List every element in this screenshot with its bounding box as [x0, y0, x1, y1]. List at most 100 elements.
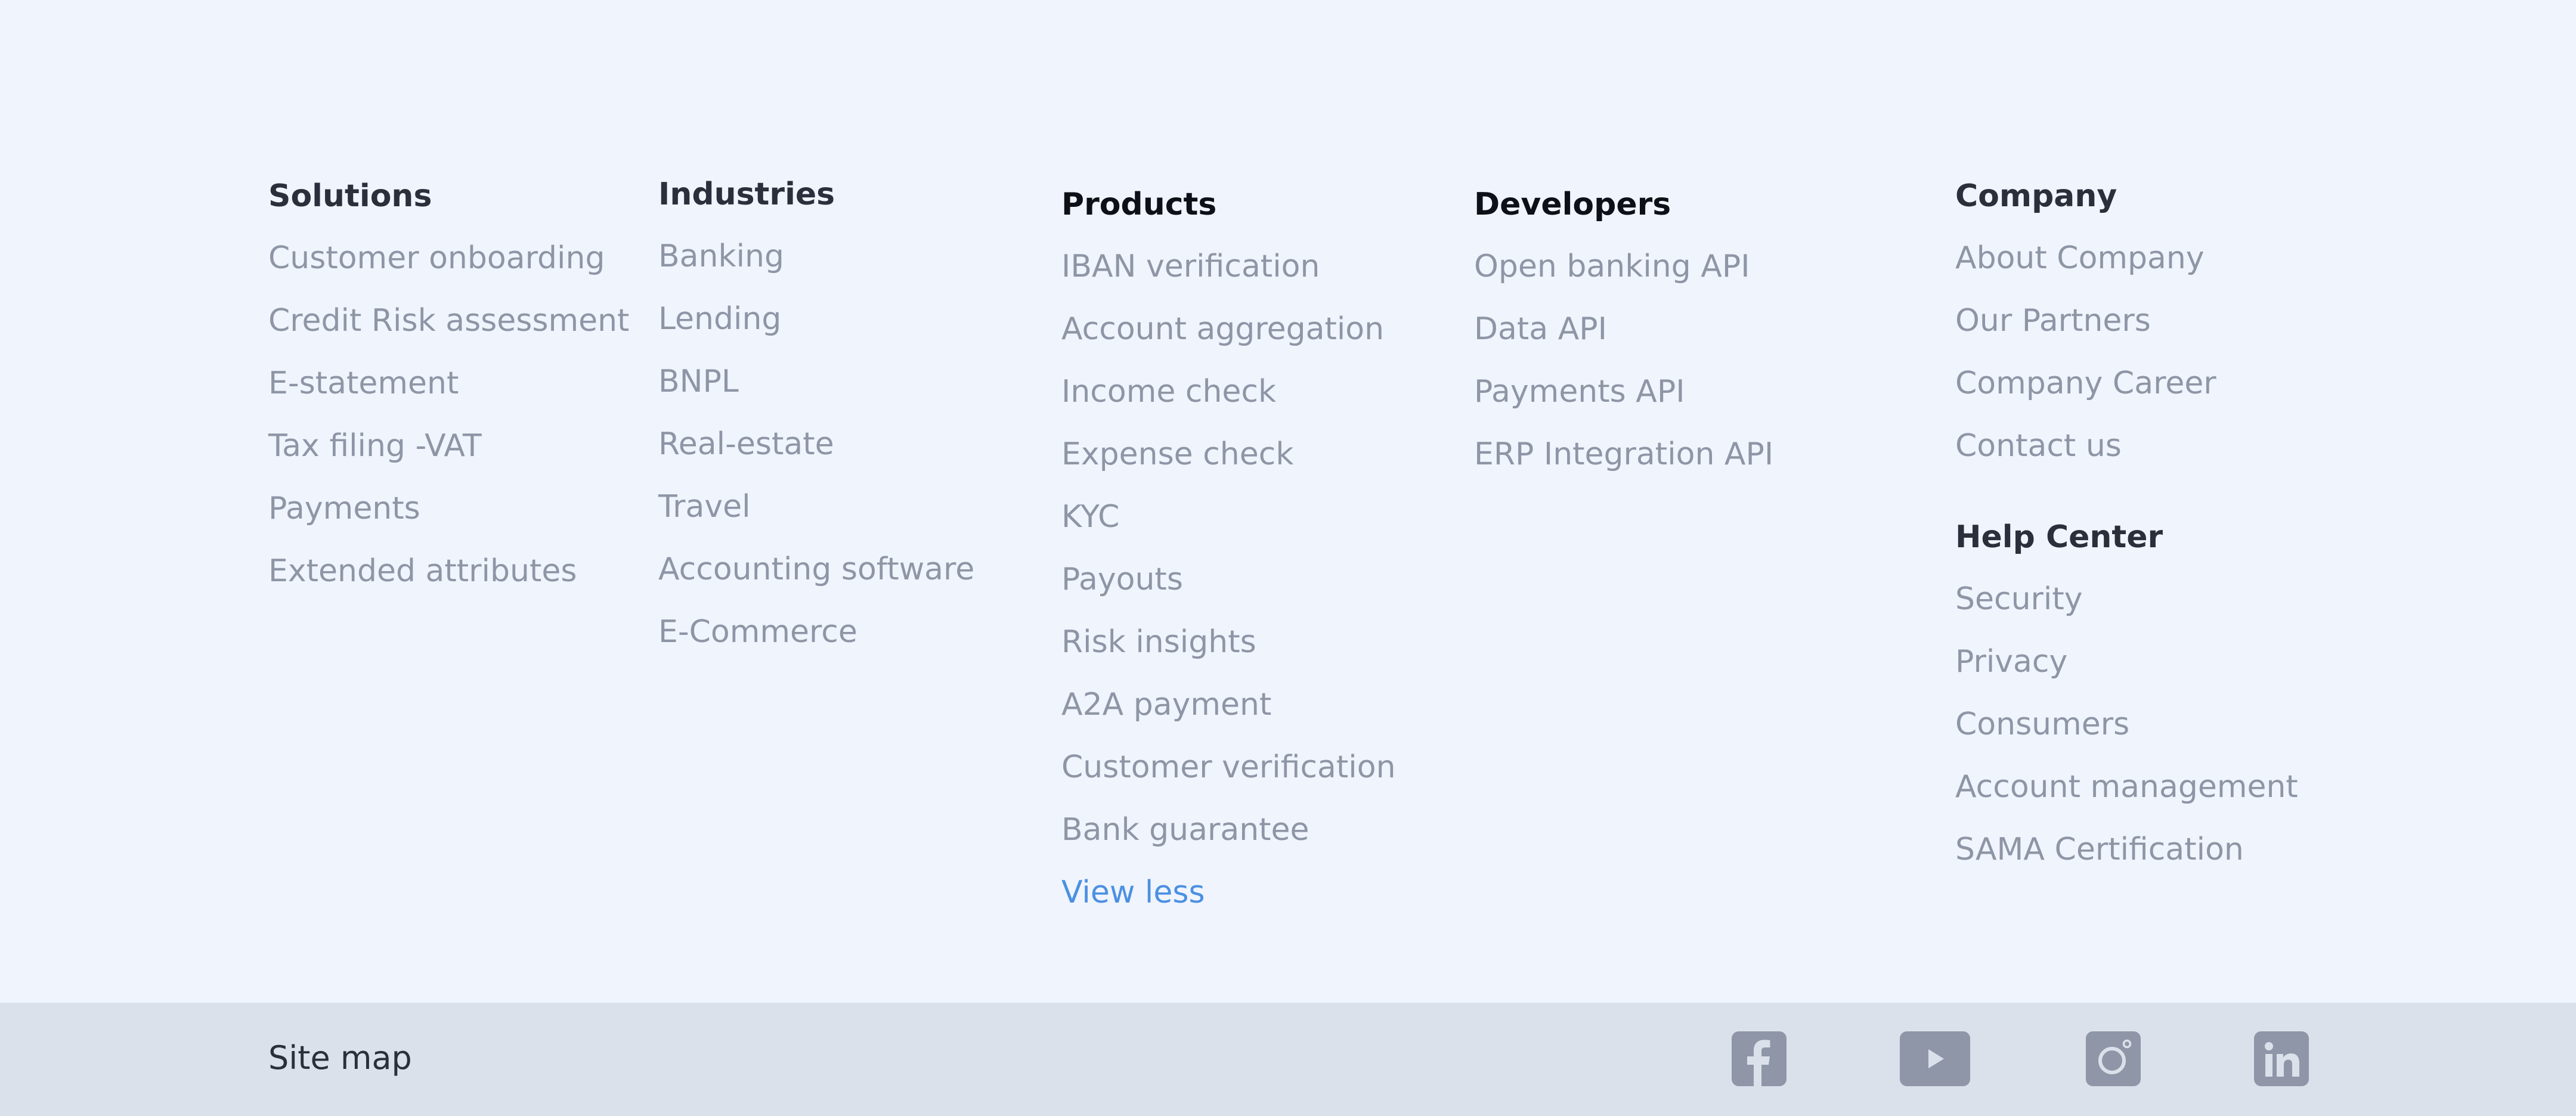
- list-item: Payments: [268, 488, 629, 550]
- youtube-glyph: [1928, 1049, 1944, 1068]
- solutions-link-payments[interactable]: Payments: [268, 491, 420, 526]
- solutions-link-tax-filing-vat[interactable]: Tax filing -VAT: [268, 428, 482, 464]
- footer-links-area: Solutions Customer onboarding Credit Ris…: [0, 0, 2576, 1003]
- company-column: Company About Company Our Partners Compa…: [1955, 175, 2298, 891]
- products-column: Products IBAN verification Account aggre…: [1061, 184, 1396, 934]
- view-less-link[interactable]: View less: [1061, 875, 1205, 910]
- products-heading: Products: [1061, 187, 1217, 222]
- list-item: SAMA Certification: [1955, 829, 2298, 891]
- help-center-heading: Help Center: [1955, 519, 2163, 555]
- company-link-about-company[interactable]: About Company: [1955, 240, 2205, 276]
- company-link-contact-us[interactable]: Contact us: [1955, 428, 2122, 464]
- developers-link-open-banking-api[interactable]: Open banking API: [1474, 249, 1750, 284]
- developers-column: Developers Open banking API Data API Pay…: [1474, 184, 1773, 496]
- products-link-income-check[interactable]: Income check: [1061, 374, 1276, 410]
- products-link-payouts[interactable]: Payouts: [1061, 562, 1183, 597]
- footer-bottom-bar: Site map: [0, 1003, 2576, 1116]
- industries-link-real-estate[interactable]: Real-estate: [658, 426, 834, 462]
- products-link-a2a-payment[interactable]: A2A payment: [1061, 687, 1271, 723]
- list-item: Consumers: [1955, 703, 2298, 766]
- list-item: Contact us: [1955, 425, 2298, 488]
- list-item: Travel: [658, 486, 974, 548]
- list-item: Customer onboarding: [268, 237, 629, 300]
- company-heading: Company: [1955, 178, 2117, 214]
- products-link-customer-verification[interactable]: Customer verification: [1061, 749, 1396, 785]
- solutions-link-customer-onboarding[interactable]: Customer onboarding: [268, 240, 605, 276]
- list-item: Data API: [1474, 308, 1773, 371]
- list-item: Expense check: [1061, 433, 1396, 496]
- developers-heading: Developers: [1474, 187, 1671, 222]
- list-item: Payouts: [1061, 559, 1396, 621]
- company-link-our-partners[interactable]: Our Partners: [1955, 303, 2151, 339]
- list-item: A2A payment: [1061, 684, 1396, 746]
- industries-column: Industries Banking Lending BNPL Real-est…: [658, 173, 974, 674]
- help-link-security[interactable]: Security: [1955, 581, 2083, 617]
- help-link-sama-certification[interactable]: SAMA Certification: [1955, 832, 2244, 867]
- company-link-company-career[interactable]: Company Career: [1955, 365, 2216, 401]
- help-link-privacy[interactable]: Privacy: [1955, 644, 2067, 680]
- developers-link-payments-api[interactable]: Payments API: [1474, 374, 1685, 410]
- list-item: Open banking API: [1474, 246, 1773, 308]
- list-item: Real-estate: [658, 423, 974, 486]
- list-item: Our Partners: [1955, 300, 2298, 362]
- linkedin-glyph: [2265, 1042, 2299, 1077]
- list-item: E-Commerce: [658, 611, 974, 674]
- help-link-consumers[interactable]: Consumers: [1955, 706, 2129, 742]
- list-item: Customer verification: [1061, 746, 1396, 809]
- help-link-account-management[interactable]: Account management: [1955, 769, 2298, 805]
- developers-list: Open banking API Data API Payments API E…: [1474, 246, 1773, 496]
- solutions-column: Solutions Customer onboarding Credit Ris…: [268, 175, 629, 613]
- list-item: E-statement: [268, 362, 629, 425]
- site-map-link[interactable]: Site map: [268, 1037, 412, 1079]
- list-item: Payments API: [1474, 371, 1773, 433]
- solutions-heading: Solutions: [268, 178, 432, 214]
- list-item: Risk insights: [1061, 621, 1396, 684]
- list-item: Lending: [658, 298, 974, 361]
- youtube-icon[interactable]: [1900, 1031, 1970, 1086]
- products-link-iban-verification[interactable]: IBAN verification: [1061, 249, 1320, 284]
- list-item: Accounting software: [658, 548, 974, 611]
- products-link-kyc[interactable]: KYC: [1061, 499, 1119, 535]
- list-item: Income check: [1061, 371, 1396, 433]
- help-center-list: Security Privacy Consumers Account manag…: [1955, 578, 2298, 891]
- list-item: IBAN verification: [1061, 246, 1396, 308]
- company-list: About Company Our Partners Company Caree…: [1955, 237, 2298, 488]
- list-item: Bank guarantee: [1061, 809, 1396, 872]
- industries-link-banking[interactable]: Banking: [658, 238, 784, 274]
- facebook-icon[interactable]: [1732, 1031, 1787, 1086]
- list-item: Extended attributes: [268, 550, 629, 613]
- industries-link-e-commerce[interactable]: E-Commerce: [658, 614, 857, 650]
- list-item: Banking: [658, 235, 974, 298]
- industries-link-accounting-software[interactable]: Accounting software: [658, 551, 974, 587]
- solutions-link-extended-attributes[interactable]: Extended attributes: [268, 553, 577, 589]
- solutions-link-credit-risk-assessment[interactable]: Credit Risk assessment: [268, 303, 629, 339]
- products-link-bank-guarantee[interactable]: Bank guarantee: [1061, 812, 1309, 848]
- solutions-link-e-statement[interactable]: E-statement: [268, 365, 459, 401]
- instagram-glyph: [2098, 1039, 2132, 1074]
- list-item: About Company: [1955, 237, 2298, 300]
- products-link-account-aggregation[interactable]: Account aggregation: [1061, 311, 1384, 347]
- help-center-block: Help Center Security Privacy Consumers A…: [1955, 516, 2298, 891]
- list-item: Privacy: [1955, 641, 2298, 703]
- list-item: KYC: [1061, 496, 1396, 559]
- solutions-list: Customer onboarding Credit Risk assessme…: [268, 237, 629, 613]
- list-item: ERP Integration API: [1474, 433, 1773, 496]
- linkedin-icon[interactable]: [2254, 1031, 2309, 1086]
- instagram-icon[interactable]: [2086, 1031, 2141, 1086]
- products-list: IBAN verification Account aggregation In…: [1061, 246, 1396, 934]
- developers-link-erp-integration-api[interactable]: ERP Integration API: [1474, 436, 1773, 472]
- list-item: BNPL: [658, 361, 974, 423]
- list-item: Security: [1955, 578, 2298, 641]
- industries-heading: Industries: [658, 176, 835, 212]
- industries-link-travel[interactable]: Travel: [658, 489, 751, 525]
- industries-link-lending[interactable]: Lending: [658, 301, 781, 337]
- list-item: View less: [1061, 872, 1396, 934]
- industries-link-bnpl[interactable]: BNPL: [658, 364, 739, 399]
- industries-list: Banking Lending BNPL Real-estate Travel …: [658, 235, 974, 674]
- list-item: Credit Risk assessment: [268, 300, 629, 362]
- developers-link-data-api[interactable]: Data API: [1474, 311, 1607, 347]
- list-item: Tax filing -VAT: [268, 425, 629, 488]
- products-link-expense-check[interactable]: Expense check: [1061, 436, 1293, 472]
- list-item: Account management: [1955, 766, 2298, 829]
- products-link-risk-insights[interactable]: Risk insights: [1061, 624, 1256, 660]
